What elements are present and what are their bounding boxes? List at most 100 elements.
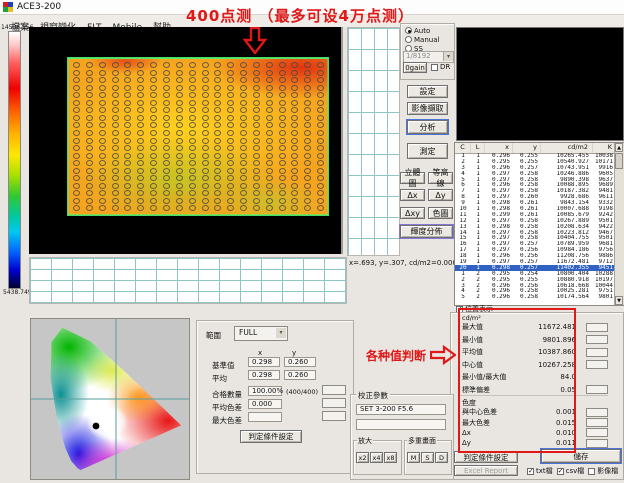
- table-header-K[interactable]: K: [593, 143, 615, 153]
- judge-condition-button[interactable]: 判定條件設定: [454, 451, 518, 463]
- save-option-txt檔[interactable]: ✓txt檔: [527, 466, 553, 476]
- measure-dot: [176, 85, 183, 91]
- measure-dot: [227, 168, 234, 174]
- radio-auto-circle[interactable]: [405, 27, 412, 34]
- reference-x-field[interactable]: 0.298: [248, 357, 280, 367]
- measurement-table[interactable]: CLxycd/m2K 110.2960.25510265.45510038210…: [454, 142, 624, 306]
- radio-manual[interactable]: Manual: [405, 35, 439, 44]
- measure-dot: [214, 198, 221, 204]
- average-y-field[interactable]: 0.260: [284, 370, 316, 380]
- radio-manual-circle[interactable]: [405, 36, 412, 43]
- settings-button[interactable]: 設定: [407, 85, 448, 98]
- measure-dot: [291, 100, 298, 106]
- measure-dot: [214, 62, 221, 68]
- measure-dot: [99, 145, 106, 151]
- heatmap-panel[interactable]: [67, 57, 329, 216]
- delta-xy-button[interactable]: Δxy: [400, 207, 425, 219]
- scroll-up-icon[interactable]: ▲: [615, 143, 623, 152]
- capture-button[interactable]: 影像擷取: [407, 102, 448, 115]
- measure-dot: [163, 115, 170, 121]
- calibration-value-field[interactable]: SET 3-200 F5.6: [356, 404, 446, 415]
- measure-dot: [304, 70, 311, 76]
- table-header-cd/m2[interactable]: cd/m2: [541, 143, 593, 153]
- multi-screen-button-S[interactable]: S: [421, 452, 434, 463]
- chevron-down-icon[interactable]: ▾: [276, 328, 286, 338]
- reference-y-field[interactable]: 0.260: [284, 357, 316, 367]
- measure-dot: [291, 160, 298, 166]
- zoom-button-x4[interactable]: x4: [370, 452, 383, 463]
- measure-dot: [317, 160, 324, 166]
- table-header-y[interactable]: y: [513, 143, 541, 153]
- measure-dot: [304, 205, 311, 211]
- measure-dot: [266, 130, 273, 136]
- zoom-button-x8[interactable]: x8: [384, 452, 397, 463]
- measure-dot: [112, 77, 119, 83]
- measure-dot: [304, 145, 311, 151]
- table-header-x[interactable]: x: [485, 143, 513, 153]
- measure-dot: [150, 62, 157, 68]
- delta-x-button[interactable]: Δx: [400, 189, 425, 201]
- measure-dot: [73, 85, 80, 91]
- colormap-button[interactable]: 色圖: [428, 207, 453, 219]
- zoom-button-x2[interactable]: x2: [356, 452, 369, 463]
- scrollbar-thumb[interactable]: [615, 153, 623, 169]
- judge-result-box: [586, 348, 608, 357]
- measure-dot: [266, 190, 273, 196]
- delta-y-button[interactable]: Δy: [428, 189, 453, 201]
- measure-dot: [202, 130, 209, 136]
- table-row[interactable]: 520.2960.25810174.5649801: [455, 294, 615, 300]
- measure-dot: [202, 175, 209, 181]
- stat-row-luminance: 最小值/最大值84.0: [460, 371, 608, 384]
- measure-dot: [150, 107, 157, 113]
- measure-dot: [214, 100, 221, 106]
- judge-result-box: [586, 428, 608, 437]
- measure-dot: [253, 70, 260, 76]
- save-button[interactable]: 儲存: [541, 449, 621, 463]
- table-header-L[interactable]: L: [471, 143, 485, 153]
- measure-dot: [253, 130, 260, 136]
- table-header-C[interactable]: C: [455, 143, 471, 153]
- app-window: ACE3-200 檔案視窗變化FLTMobile幫助 400点测 （最多可设4万…: [0, 0, 624, 480]
- measure-dot: [99, 168, 106, 174]
- measure-dot: [137, 77, 144, 83]
- dr-checkbox[interactable]: DR: [431, 63, 450, 71]
- stat-row-luminance: 最大值11672.481: [460, 321, 608, 334]
- multi-screen-button-D[interactable]: D: [435, 452, 448, 463]
- radio-auto[interactable]: Auto: [405, 26, 430, 35]
- measure-dot: [189, 168, 196, 174]
- measure-dot: [124, 160, 131, 166]
- cie-diagram[interactable]: [30, 318, 190, 480]
- excel-report-button[interactable]: Excel Report: [454, 465, 518, 476]
- measure-dot: [99, 92, 106, 98]
- measure-dot: [86, 205, 93, 211]
- chevron-down-icon[interactable]: ▾: [443, 52, 453, 61]
- measure-dot: [202, 115, 209, 121]
- save-option-影像檔[interactable]: 影像檔: [588, 466, 618, 476]
- measure-dot: [304, 92, 311, 98]
- contour-button[interactable]: 等高線: [428, 172, 453, 184]
- color-scale-bar: [8, 31, 21, 289]
- measure-dot: [124, 198, 131, 204]
- measure-dot: [240, 130, 247, 136]
- judge-condition-button[interactable]: 判定條件設定: [240, 430, 302, 443]
- calibration-value2-field[interactable]: [356, 419, 446, 430]
- table-scrollbar[interactable]: ▲ ▼: [614, 143, 624, 305]
- measure-button[interactable]: 測定: [407, 143, 448, 159]
- measure-dot: [73, 122, 80, 128]
- table-body[interactable]: 110.2960.25510265.45510038210.2950.25510…: [455, 153, 615, 305]
- average-x-field[interactable]: 0.298: [248, 370, 280, 380]
- measure-dot: [112, 168, 119, 174]
- measure-dot: [112, 107, 119, 113]
- stereo-view-button[interactable]: 立體圖: [400, 172, 425, 184]
- multi-screen-button-M[interactable]: M: [407, 452, 420, 463]
- measure-dot: [304, 190, 311, 196]
- calibration-title: 校正參數: [356, 390, 390, 401]
- save-option-csv檔[interactable]: ✓csv檔: [557, 466, 585, 476]
- luminance-distribution-button[interactable]: 輝度分佈: [400, 225, 453, 238]
- heatmap-canvas[interactable]: [29, 27, 343, 254]
- measure-dot: [112, 183, 119, 189]
- analyze-button[interactable]: 分析: [407, 120, 448, 134]
- scroll-down-icon[interactable]: ▼: [615, 296, 623, 305]
- gain-button[interactable]: 0gain: [403, 62, 427, 73]
- range-select[interactable]: FULL ▾: [234, 326, 288, 341]
